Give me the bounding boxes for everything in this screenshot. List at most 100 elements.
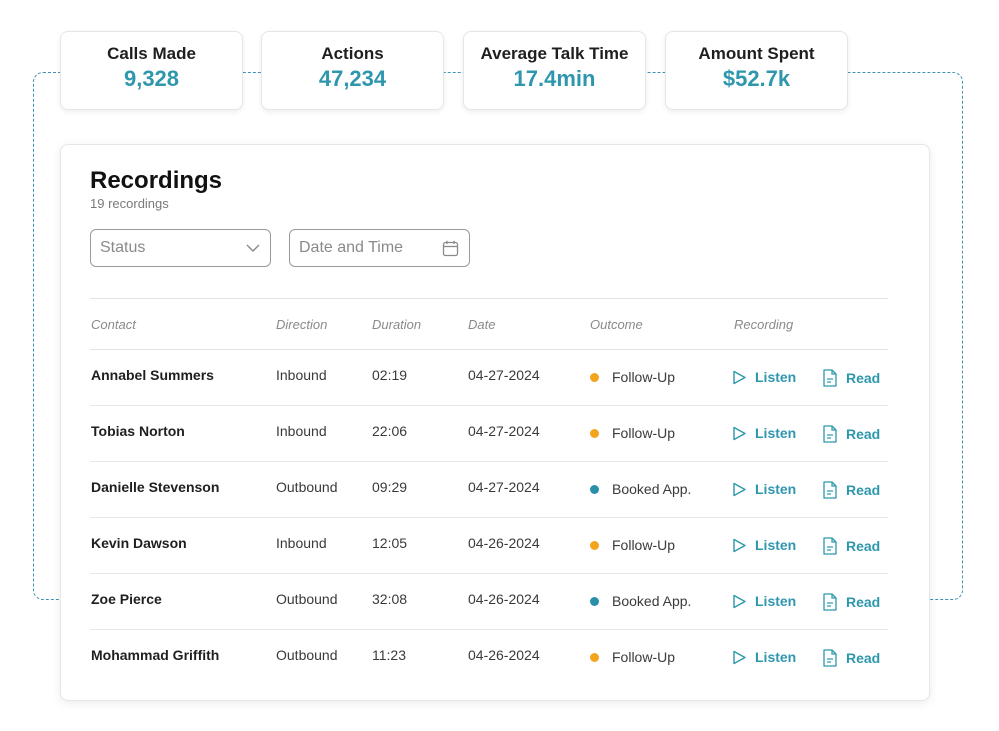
read-button[interactable]: Read [822,425,880,443]
listen-button[interactable]: Listen [732,425,796,441]
status-dot-icon [590,596,599,606]
document-icon [823,425,837,443]
outcome-label: Booked App. [612,593,692,609]
calendar-icon [442,240,459,257]
stat-label: Actions [321,43,384,63]
date-time-filter-label: Date and Time [299,239,404,256]
duration-cell: 32:08 [372,591,408,607]
recordings-count: 19 recordings [90,196,169,211]
read-button[interactable]: Read [822,537,880,555]
play-icon [733,650,746,664]
table-row: Zoe Pierce Outbound 32:08 04-26-2024 Boo… [90,574,888,630]
read-label: Read [846,650,881,666]
play-icon [733,370,746,384]
status-dot-icon [590,540,599,550]
column-header-date[interactable]: Date [468,317,495,332]
status-dot-icon [590,652,599,662]
contact-name[interactable]: Annabel Summers [91,367,214,383]
status-filter-dropdown[interactable]: Status [90,229,271,267]
outcome-label: Follow-Up [612,425,676,441]
stat-label: Calls Made [107,43,196,63]
document-icon [823,593,837,611]
listen-label: Listen [755,369,797,385]
outcome-label: Follow-Up [612,537,676,553]
table-row: Annabel Summers Inbound 02:19 04-27-2024… [90,350,888,406]
column-header-recording[interactable]: Recording [734,317,793,332]
listen-button[interactable]: Listen [732,593,796,609]
stat-value: 9,328 [123,65,180,91]
column-header-contact[interactable]: Contact [91,317,136,332]
table-row: Mohammad Griffith Outbound 11:23 04-26-2… [90,630,888,685]
contact-name[interactable]: Kevin Dawson [91,535,187,551]
contact-name[interactable]: Mohammad Griffith [91,647,219,663]
contact-name[interactable]: Tobias Norton [91,423,185,439]
outcome-cell: Follow-Up [590,369,675,385]
stat-card-calls-made: Calls Made 9,328 [60,31,243,110]
table-row: Kevin Dawson Inbound 12:05 04-26-2024 Fo… [90,518,888,574]
recordings-panel: Recordings 19 recordings Status Date and… [60,144,930,701]
date-cell: 04-26-2024 [468,647,540,663]
date-cell: 04-27-2024 [468,479,540,495]
direction-cell: Inbound [276,423,327,439]
listen-label: Listen [755,593,797,609]
stat-card-actions: Actions 47,234 [261,31,444,110]
listen-button[interactable]: Listen [732,649,796,665]
page-title: Recordings [90,167,223,194]
listen-label: Listen [755,425,797,441]
stat-value: 17.4min [513,65,596,91]
stat-label: Amount Spent [698,43,815,63]
play-icon [733,482,746,496]
table-row: Danielle Stevenson Outbound 09:29 04-27-… [90,462,888,518]
date-time-filter[interactable]: Date and Time [289,229,470,267]
outcome-cell: Booked App. [590,481,691,497]
status-dot-icon [590,428,599,438]
chevron-down-icon [246,244,260,252]
column-header-duration[interactable]: Duration [372,317,421,332]
read-label: Read [846,426,881,442]
read-button[interactable]: Read [822,481,880,499]
duration-cell: 09:29 [372,479,408,495]
direction-cell: Inbound [276,367,327,383]
outcome-cell: Booked App. [590,593,691,609]
document-icon [823,649,837,667]
contact-name[interactable]: Zoe Pierce [91,591,162,607]
listen-label: Listen [755,481,797,497]
column-header-outcome[interactable]: Outcome [590,317,643,332]
direction-cell: Outbound [276,591,338,607]
date-cell: 04-27-2024 [468,423,540,439]
play-icon [733,594,746,608]
direction-cell: Outbound [276,647,338,663]
read-button[interactable]: Read [822,593,880,611]
listen-button[interactable]: Listen [732,537,796,553]
play-icon [733,426,746,440]
read-button[interactable]: Read [822,369,880,387]
outcome-label: Follow-Up [612,369,676,385]
listen-button[interactable]: Listen [732,481,796,497]
date-cell: 04-26-2024 [468,535,540,551]
play-icon [733,538,746,552]
read-label: Read [846,538,881,554]
table-body: Annabel Summers Inbound 02:19 04-27-2024… [90,350,888,685]
stat-value: 47,234 [318,65,387,91]
contact-name[interactable]: Danielle Stevenson [91,479,219,495]
read-label: Read [846,482,881,498]
duration-cell: 02:19 [372,367,408,383]
listen-button[interactable]: Listen [732,369,796,385]
read-label: Read [846,594,881,610]
outcome-label: Booked App. [612,481,692,497]
status-dot-icon [590,484,599,494]
date-cell: 04-26-2024 [468,591,540,607]
status-filter-label: Status [100,239,146,256]
outcome-cell: Follow-Up [590,425,675,441]
read-label: Read [846,370,881,386]
column-header-direction[interactable]: Direction [276,317,327,332]
direction-cell: Inbound [276,535,327,551]
outcome-cell: Follow-Up [590,537,675,553]
status-dot-icon [590,372,599,382]
read-button[interactable]: Read [822,649,880,667]
date-cell: 04-27-2024 [468,367,540,383]
table-header: Contact Direction Duration Date Outcome … [90,298,888,350]
duration-cell: 22:06 [372,423,408,439]
direction-cell: Outbound [276,479,338,495]
outcome-cell: Follow-Up [590,649,675,665]
